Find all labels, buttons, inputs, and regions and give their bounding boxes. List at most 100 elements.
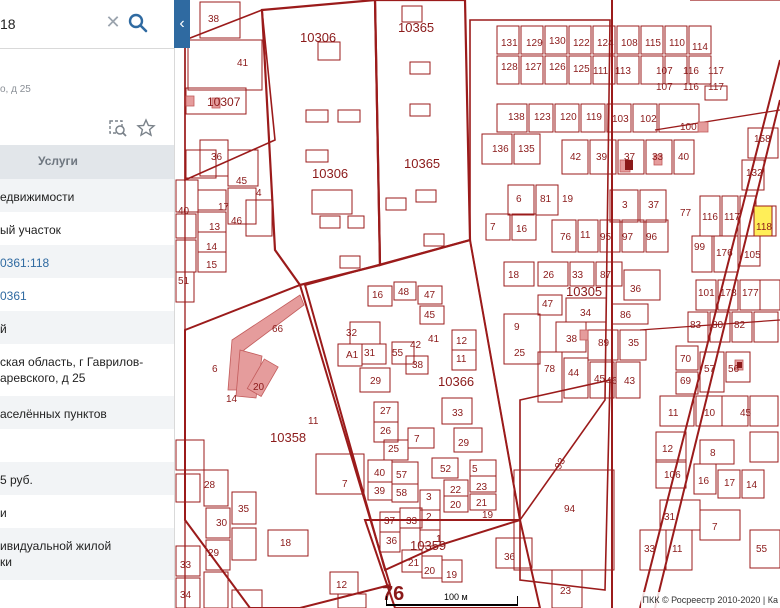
svg-text:20: 20 bbox=[424, 566, 436, 577]
svg-text:94: 94 bbox=[564, 504, 576, 515]
search-bar: 18 ✕ bbox=[0, 0, 174, 49]
svg-text:89: 89 bbox=[598, 338, 610, 349]
collapse-panel-button[interactable]: ‹ bbox=[174, 0, 190, 48]
svg-text:55: 55 bbox=[756, 544, 768, 555]
svg-text:33: 33 bbox=[652, 152, 664, 163]
svg-text:23: 23 bbox=[560, 586, 572, 597]
svg-text:19: 19 bbox=[482, 510, 494, 521]
svg-text:28: 28 bbox=[204, 480, 216, 491]
svg-text:78: 78 bbox=[544, 364, 556, 375]
cadastral-number-link[interactable]: 0361:118 bbox=[0, 255, 49, 271]
svg-text:8: 8 bbox=[710, 448, 716, 459]
svg-text:66: 66 bbox=[272, 324, 284, 335]
svg-text:99: 99 bbox=[694, 242, 706, 253]
svg-text:80: 80 bbox=[712, 320, 724, 331]
svg-text:125: 125 bbox=[573, 64, 590, 75]
svg-text:37: 37 bbox=[648, 200, 660, 211]
svg-text:33: 33 bbox=[452, 408, 464, 419]
svg-text:129: 129 bbox=[526, 38, 543, 49]
svg-text:42: 42 bbox=[570, 152, 582, 163]
info-row bbox=[0, 429, 174, 462]
info-row-text: аселённых пунктов bbox=[0, 407, 107, 421]
svg-text:19: 19 bbox=[446, 570, 458, 581]
search-button[interactable] bbox=[127, 10, 149, 36]
svg-text:123: 123 bbox=[534, 112, 551, 123]
svg-text:22: 22 bbox=[450, 485, 462, 496]
svg-text:34: 34 bbox=[580, 308, 592, 319]
zoom-to-parcel-icon[interactable] bbox=[108, 118, 128, 138]
scale-label: 100 м bbox=[444, 592, 468, 602]
svg-text:103: 103 bbox=[612, 114, 629, 125]
svg-text:46: 46 bbox=[231, 216, 243, 227]
svg-text:17: 17 bbox=[218, 202, 230, 213]
svg-text:114: 114 bbox=[692, 42, 708, 53]
svg-text:12: 12 bbox=[662, 444, 674, 455]
svg-text:95: 95 bbox=[600, 232, 612, 243]
svg-text:33: 33 bbox=[180, 560, 192, 571]
svg-text:35: 35 bbox=[238, 504, 250, 515]
svg-text:27: 27 bbox=[380, 406, 392, 417]
svg-text:33: 33 bbox=[406, 516, 418, 527]
svg-text:45: 45 bbox=[594, 374, 606, 385]
svg-text:55: 55 bbox=[392, 348, 404, 359]
svg-text:47: 47 bbox=[542, 299, 554, 310]
svg-text:58: 58 bbox=[396, 488, 408, 499]
info-panel: 18 ✕ о, д 25 Услуги едвижимости ый участ… bbox=[0, 0, 175, 608]
info-row: ская область, г Гаврилов- аревского, д 2… bbox=[0, 344, 174, 396]
cadastral-block-link[interactable]: 0361 bbox=[0, 288, 27, 304]
info-row-text: ивидуальной жилой bbox=[0, 539, 112, 553]
svg-text:34: 34 bbox=[180, 590, 192, 601]
svg-text:31: 31 bbox=[364, 348, 376, 359]
svg-text:35: 35 bbox=[628, 338, 640, 349]
svg-text:43: 43 bbox=[624, 376, 636, 387]
svg-text:124: 124 bbox=[597, 38, 614, 49]
block-label-10365: 10365 bbox=[398, 20, 434, 35]
info-row-text: ки bbox=[0, 555, 12, 569]
svg-text:11: 11 bbox=[456, 354, 467, 365]
svg-text:7: 7 bbox=[342, 479, 348, 490]
svg-text:158: 158 bbox=[754, 134, 771, 145]
svg-text:33: 33 bbox=[572, 270, 584, 281]
svg-text:115: 115 bbox=[645, 38, 661, 49]
info-row-text: ый участок bbox=[0, 223, 61, 237]
svg-text:83: 83 bbox=[690, 320, 702, 331]
svg-text:11: 11 bbox=[672, 544, 683, 555]
search-icon bbox=[128, 13, 148, 33]
svg-text:41: 41 bbox=[428, 334, 440, 345]
svg-text:42: 42 bbox=[410, 340, 422, 351]
search-input[interactable]: 18 bbox=[0, 16, 16, 32]
svg-text:70: 70 bbox=[680, 354, 692, 365]
svg-text:120: 120 bbox=[560, 112, 577, 123]
favorite-star-icon[interactable] bbox=[136, 118, 156, 138]
svg-text:131: 131 bbox=[501, 38, 518, 49]
info-row: 0361:118 bbox=[0, 245, 174, 278]
clear-icon[interactable]: ✕ bbox=[103, 12, 123, 34]
svg-text:76: 76 bbox=[560, 232, 572, 243]
svg-text:19: 19 bbox=[562, 194, 574, 205]
panel-tabs: Услуги bbox=[0, 145, 174, 179]
svg-text:117: 117 bbox=[708, 82, 724, 93]
svg-text:7: 7 bbox=[712, 522, 718, 533]
svg-text:52: 52 bbox=[440, 464, 452, 475]
svg-text:37: 37 bbox=[624, 152, 636, 163]
tab-services[interactable]: Услуги bbox=[38, 154, 78, 168]
svg-text:4: 4 bbox=[256, 188, 262, 199]
info-row: аселённых пунктов bbox=[0, 396, 174, 429]
svg-text:113: 113 bbox=[615, 66, 631, 77]
block-label-10358: 10358 bbox=[270, 430, 306, 445]
info-row-text: едвижимости bbox=[0, 190, 75, 204]
svg-text:105: 105 bbox=[744, 250, 761, 261]
svg-text:111: 111 bbox=[593, 66, 609, 77]
svg-text:25: 25 bbox=[388, 444, 400, 455]
svg-text:135: 135 bbox=[518, 144, 535, 155]
svg-text:57: 57 bbox=[704, 364, 716, 375]
svg-text:36: 36 bbox=[504, 552, 516, 563]
svg-text:82: 82 bbox=[734, 320, 746, 331]
svg-text:21: 21 bbox=[408, 558, 420, 569]
svg-text:177: 177 bbox=[742, 288, 759, 299]
svg-text:6: 6 bbox=[516, 194, 522, 205]
svg-text:45: 45 bbox=[236, 176, 248, 187]
svg-text:11: 11 bbox=[580, 230, 591, 241]
info-row-text: ская область, г Гаврилов- bbox=[0, 355, 144, 369]
svg-text:41: 41 bbox=[237, 58, 249, 69]
